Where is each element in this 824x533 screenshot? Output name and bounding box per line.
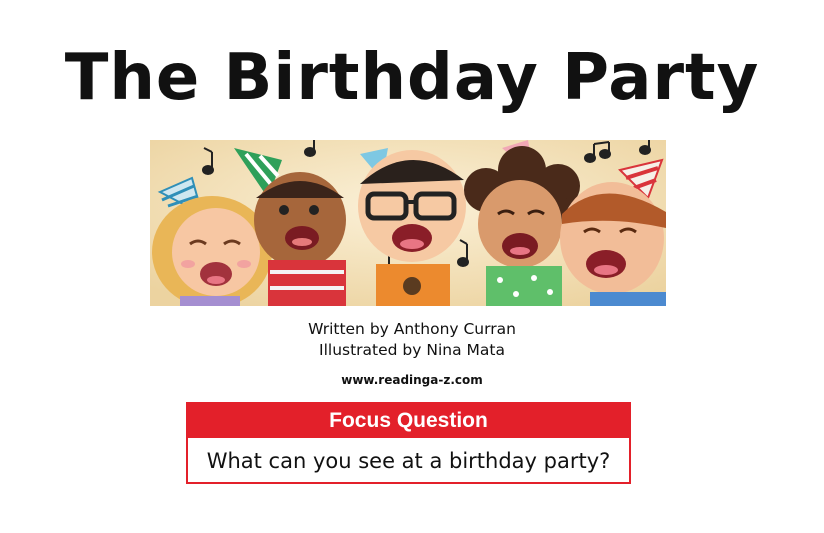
cover-illustration — [150, 140, 666, 306]
credits: Written by Anthony Curran Illustrated by… — [0, 319, 824, 361]
focus-question-text: What can you see at a birthday party? — [206, 449, 611, 473]
author-credit: Written by Anthony Curran — [308, 320, 516, 338]
book-title: The Birthday Party — [64, 41, 760, 115]
website-url: www.readinga-z.com — [341, 373, 483, 387]
focus-question-box: Focus Question What can you see at a bir… — [186, 402, 631, 484]
focus-question-header: Focus Question — [188, 404, 629, 438]
illustrator-credit: Illustrated by Nina Mata — [319, 341, 505, 359]
